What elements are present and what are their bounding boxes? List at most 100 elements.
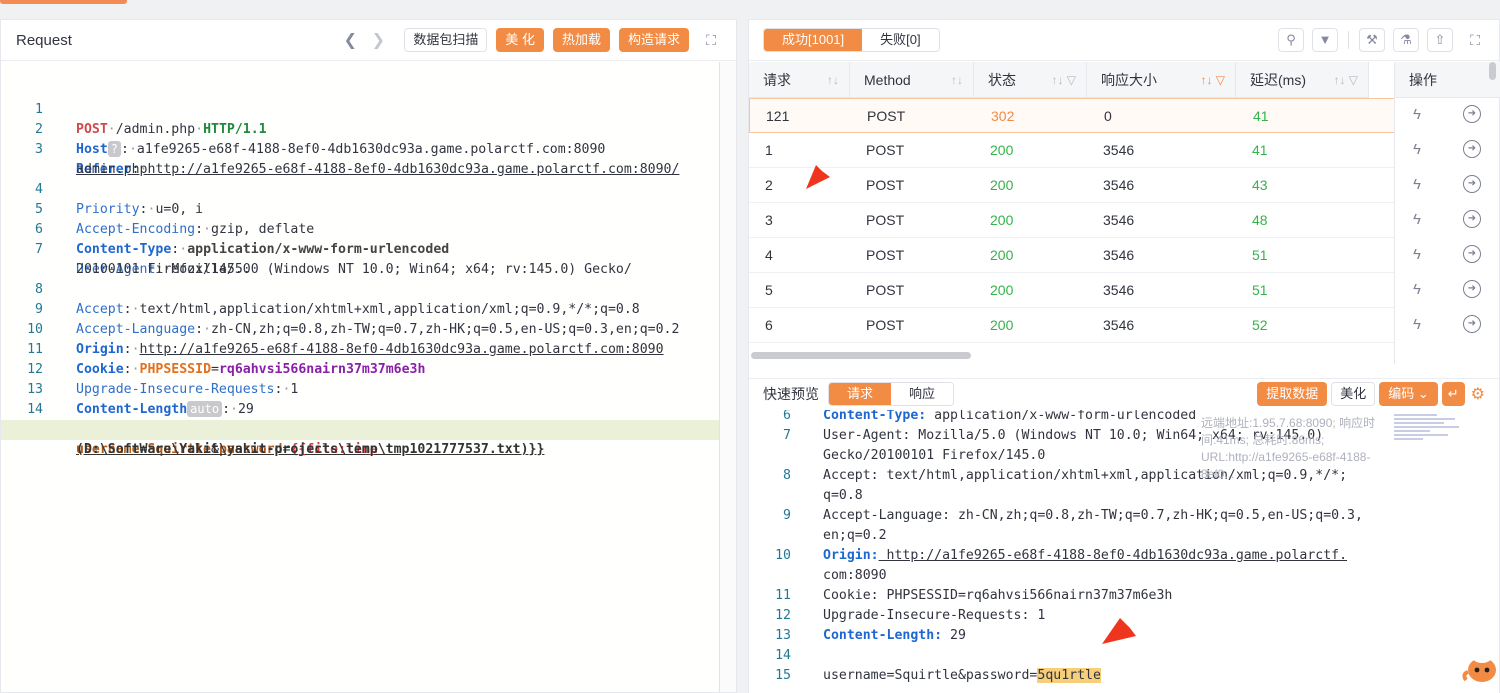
- table-row[interactable]: 5 POST 200 3546 51: [749, 273, 1474, 308]
- open-detail-icon[interactable]: ➜: [1463, 245, 1481, 263]
- table-row[interactable]: 3 POST 200 3546 48: [749, 203, 1474, 238]
- tab-fail[interactable]: 失败[0]: [862, 29, 939, 51]
- replay-icon[interactable]: ϟ: [1413, 316, 1421, 333]
- editor-line: 7 User-Agent:·Mozilla/5.0 (Windows NT 10…: [1, 220, 632, 277]
- line-number: 11: [775, 588, 791, 603]
- fuzz-tag-wrap[interactable]: (D:\SoftWare\Yakit\yakit-projects\temp\t…: [76, 442, 544, 457]
- editor-minimap[interactable]: [1394, 412, 1466, 462]
- table-cell-size: 0: [1104, 108, 1112, 124]
- encode-dropdown[interactable]: 编码 ⌄: [1379, 382, 1438, 406]
- extract-data-button[interactable]: 提取数据: [1257, 382, 1328, 406]
- search-icon[interactable]: ⚲: [1278, 28, 1304, 52]
- cookie-name: PHPSESSID: [139, 362, 212, 377]
- table-cell-size: 3546: [1103, 247, 1135, 263]
- prev-arrow-icon[interactable]: ❮: [339, 30, 361, 50]
- editor-line: 15 username=Squirtle&password={{file:lin…: [1, 400, 378, 457]
- request-title: Request: [16, 31, 72, 49]
- header-key: Content-Length: [76, 402, 188, 417]
- preview-beautify-button[interactable]: 美化: [1331, 382, 1376, 406]
- editor-line: 10 Origin:·http://a1fe9265-e68f-4188-8ef…: [1, 300, 663, 357]
- table-cell-status: 200: [990, 142, 1014, 158]
- header-key: Accept-Encoding: [76, 222, 196, 237]
- header-key: Priority: [76, 202, 140, 217]
- sort-icon[interactable]: ↑↓: [951, 62, 963, 98]
- editor-scrollbar-track[interactable]: [720, 62, 736, 692]
- table-cell-latency: 43: [1252, 177, 1268, 193]
- header-value-wrap[interactable]: admin.php: [76, 162, 147, 177]
- line-text: Gecko/20100101 Firefox/145.0: [823, 448, 1046, 463]
- table-vertical-scrollbar[interactable]: [1489, 62, 1496, 80]
- open-detail-icon[interactable]: ➜: [1463, 140, 1481, 158]
- next-arrow-icon[interactable]: ❯: [367, 30, 389, 50]
- table-row[interactable]: 4 POST 200 3546 51: [749, 238, 1474, 273]
- preview-tabs: 请求 响应: [828, 382, 955, 406]
- table-cell-latency: 41: [1253, 108, 1269, 124]
- table-cell-method: POST: [866, 317, 905, 333]
- open-detail-icon[interactable]: ➜: [1463, 315, 1481, 333]
- host-help-badge[interactable]: ?: [107, 141, 121, 157]
- header-value[interactable]: http://a1fe9265-e68f-4188-8ef0-4db1630dc…: [147, 162, 679, 177]
- table-cell-method: POST: [866, 177, 905, 193]
- replay-icon[interactable]: ϟ: [1413, 176, 1421, 193]
- header-value: application/x-www-form-urlencoded: [187, 242, 450, 257]
- packet-scan-button[interactable]: 数据包扫描: [404, 28, 488, 52]
- table-row[interactable]: 121 POST 302 0 41: [749, 98, 1474, 133]
- table-cell-method: POST: [867, 108, 906, 124]
- header-value[interactable]: http://a1fe9265-e68f-4188-8ef0-4db1630dc…: [140, 342, 664, 357]
- results-header: 成功[1001] 失败[0] ⚲ ▼ ⚒ ⚗ ⇧ ⛶: [749, 20, 1499, 61]
- open-detail-icon[interactable]: ➜: [1463, 105, 1481, 123]
- beautify-button[interactable]: 美 化: [496, 28, 544, 52]
- open-detail-icon[interactable]: ➜: [1463, 280, 1481, 298]
- content-length-auto-badge[interactable]: auto: [187, 401, 223, 417]
- open-detail-icon[interactable]: ➜: [1463, 210, 1481, 228]
- table-cell-id: 6: [765, 317, 773, 333]
- sort-filter-icon[interactable]: ↑↓ ▽: [1333, 62, 1358, 98]
- hot-reload-button[interactable]: 热加载: [552, 28, 610, 52]
- sort-filter-icon[interactable]: ↑↓ ▽: [1051, 62, 1076, 98]
- header-value: u=0, i: [155, 202, 204, 217]
- table-horizontal-scrollbar[interactable]: [751, 352, 971, 359]
- column-header-status[interactable]: 状态 ↑↓ ▽: [974, 62, 1087, 98]
- column-header-method[interactable]: Method ↑↓: [850, 62, 974, 98]
- tab-success[interactable]: 成功[1001]: [764, 29, 863, 51]
- table-cell-status: 200: [990, 282, 1014, 298]
- enter-icon[interactable]: ↵: [1441, 382, 1465, 406]
- table-row[interactable]: 1 POST 200 3546 41: [749, 133, 1474, 168]
- filter-icon[interactable]: ▼: [1312, 28, 1338, 52]
- password-value: 5qu1rtle: [1037, 668, 1101, 683]
- replay-icon[interactable]: ϟ: [1413, 246, 1421, 263]
- column-header-latency[interactable]: 延迟(ms) ↑↓ ▽: [1236, 62, 1369, 98]
- build-request-button[interactable]: 构造请求: [618, 28, 689, 52]
- replay-icon[interactable]: ϟ: [1413, 281, 1421, 298]
- sort-icon[interactable]: ↑↓: [827, 62, 839, 98]
- sort-filter-icon[interactable]: ↑↓ ▽: [1200, 62, 1225, 98]
- plugin-icon[interactable]: ⚒: [1359, 28, 1385, 52]
- line-number: 12: [775, 608, 791, 623]
- line-number: 13: [775, 628, 791, 643]
- table-cell-status: 200: [990, 212, 1014, 228]
- open-detail-icon[interactable]: ➜: [1463, 175, 1481, 193]
- replay-icon[interactable]: ϟ: [1413, 141, 1421, 158]
- tab-preview-request[interactable]: 请求: [829, 383, 892, 405]
- column-header-request[interactable]: 请求 ↑↓: [749, 62, 850, 98]
- request-editor[interactable]: 1 POST·/admin.php·HTTP/1.1 2 Host?:·a1fe…: [1, 62, 736, 692]
- replay-icon[interactable]: ϟ: [1413, 106, 1421, 123]
- table-row[interactable]: 6 POST 200 3546 52: [749, 308, 1474, 343]
- header-value: 29: [237, 402, 254, 417]
- table-row[interactable]: 2 POST 200 3546 43: [749, 168, 1474, 203]
- flask-icon[interactable]: ⚗: [1393, 28, 1419, 52]
- preview-editor[interactable]: 6 Content-Type: application/x-www-form-ur…: [749, 410, 1499, 693]
- fullscreen-icon[interactable]: ⛶: [1465, 32, 1485, 49]
- table-cell-method: POST: [866, 212, 905, 228]
- table-cell-size: 3546: [1103, 212, 1135, 228]
- replay-icon[interactable]: ϟ: [1413, 211, 1421, 228]
- fullscreen-icon[interactable]: ⛶: [701, 32, 721, 49]
- header-key: Cookie: [76, 362, 124, 377]
- settings-icon[interactable]: ⚙: [1471, 384, 1485, 404]
- table-cell-status: 200: [990, 317, 1014, 333]
- tab-preview-response[interactable]: 响应: [891, 383, 954, 405]
- column-header-size[interactable]: 响应大小 ↑↓ ▽: [1087, 62, 1236, 98]
- editor-line: 14: [1, 380, 49, 417]
- editor-line: 2 Host?:·a1fe9265-e68f-4188-8ef0-4db1630…: [1, 100, 605, 157]
- export-icon[interactable]: ⇧: [1427, 28, 1453, 52]
